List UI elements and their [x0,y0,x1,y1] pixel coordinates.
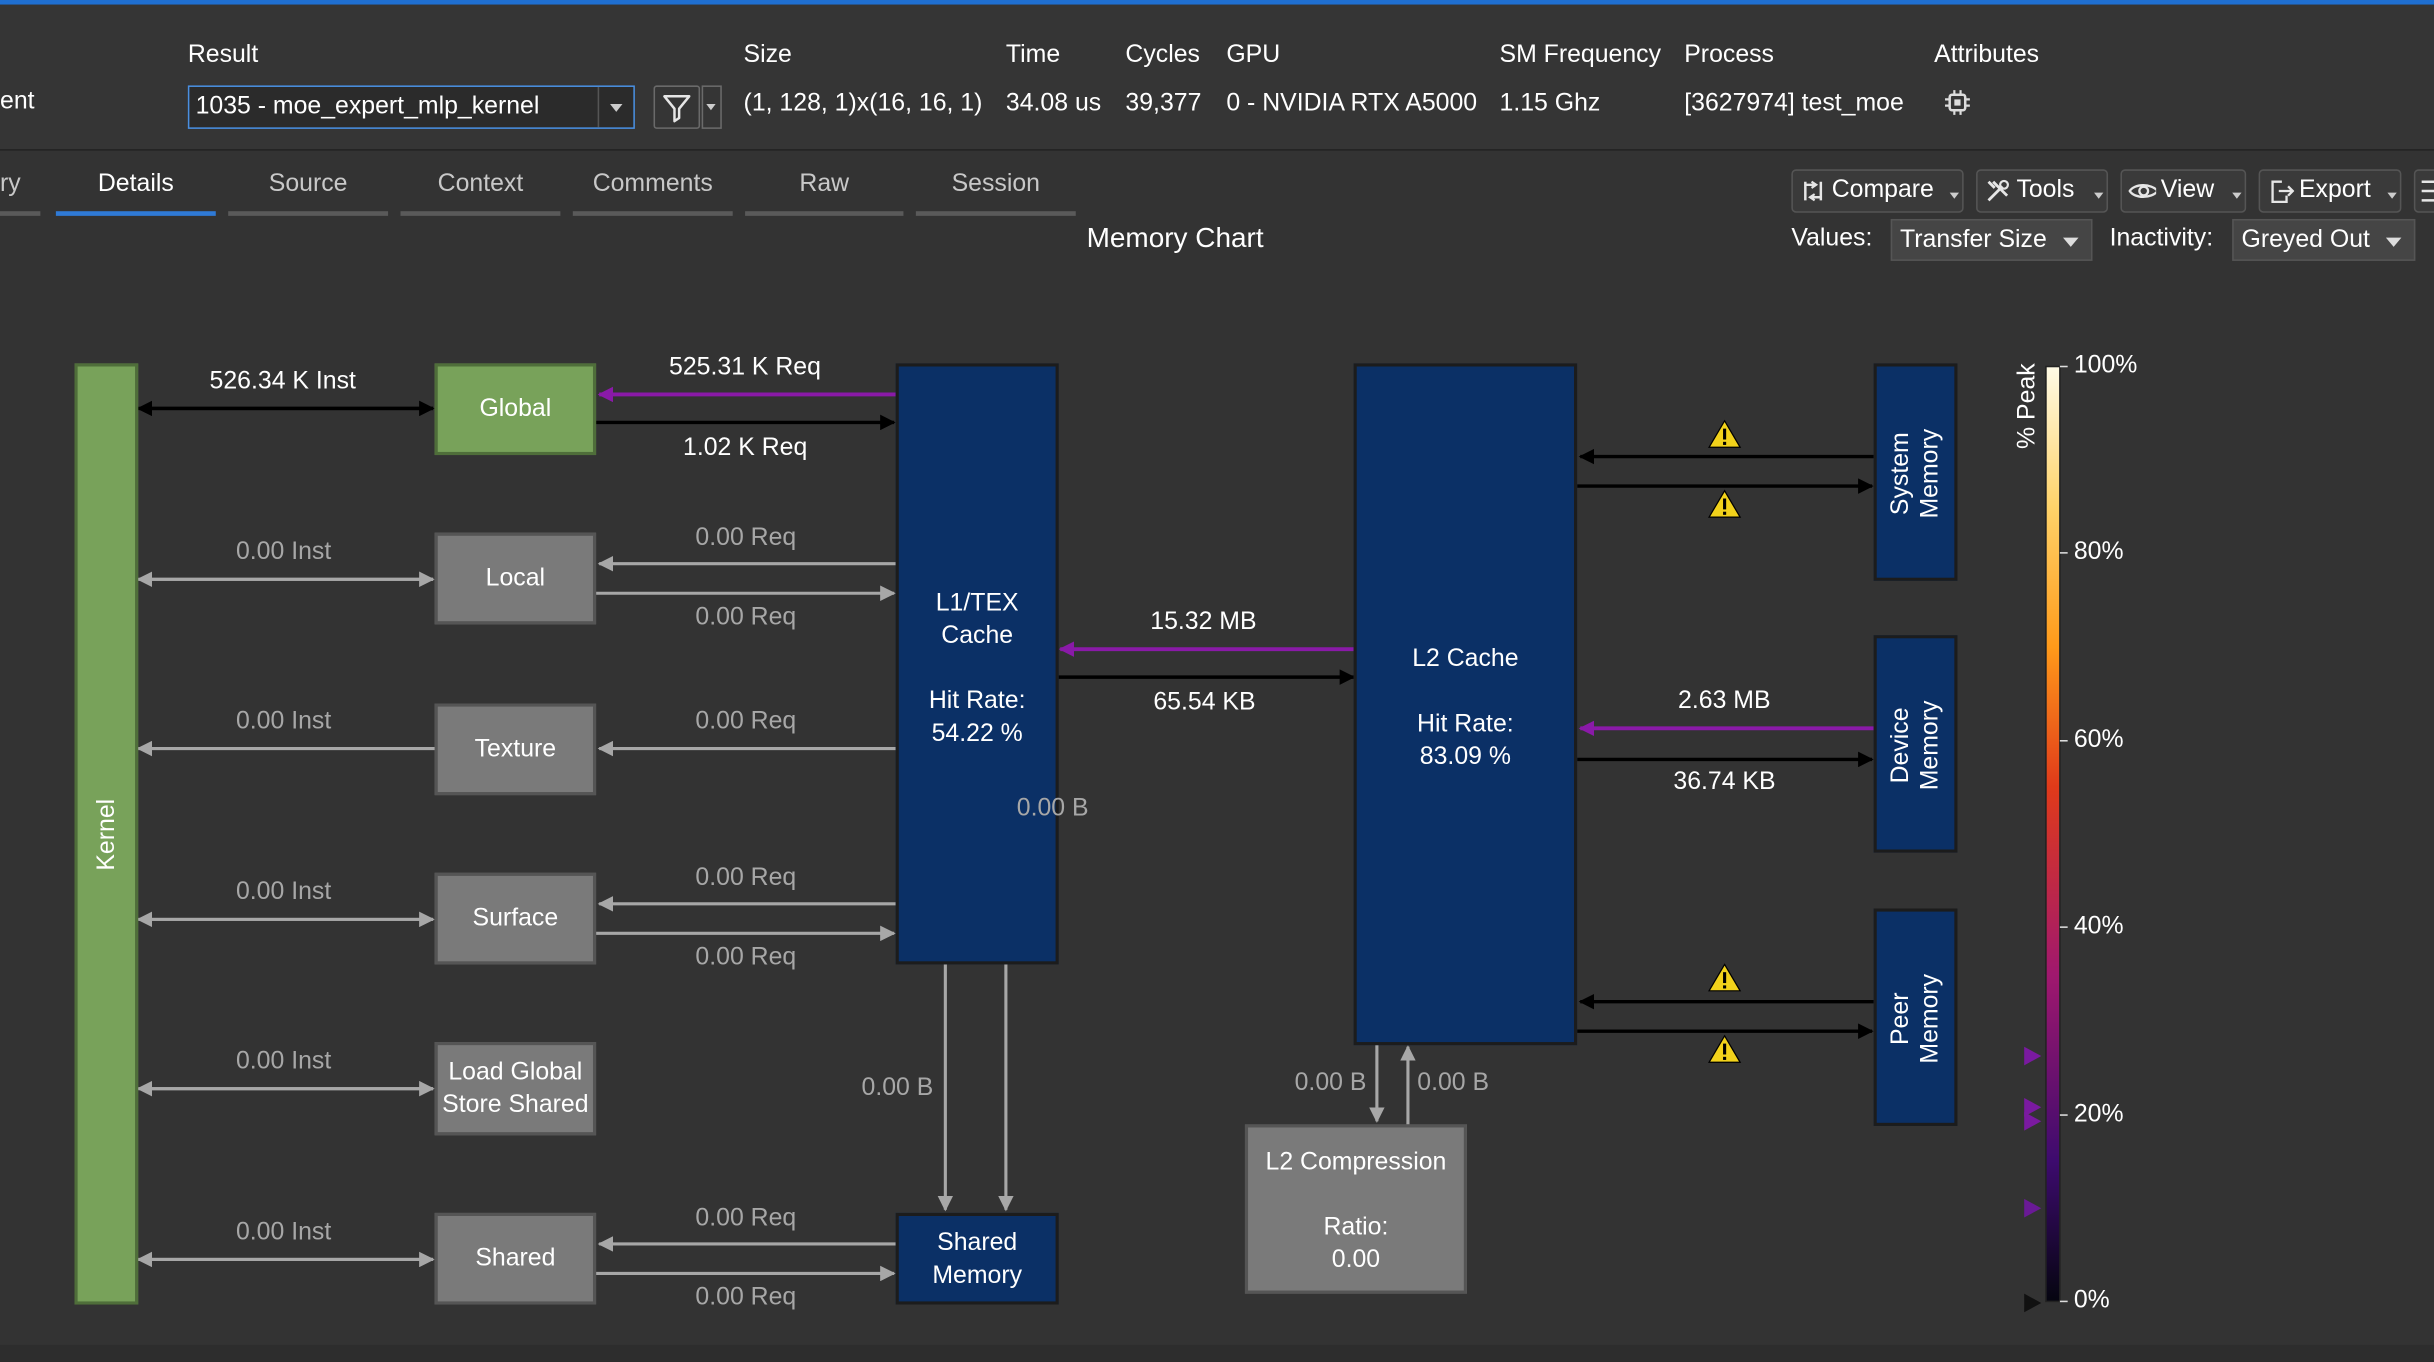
l1-hit-rate-label: Hit Rate: [928,687,1026,715]
texture-label: Texture [474,736,557,763]
local-req-in-label: 0.00 Req [695,524,797,552]
kernel-global-inst-label: 526.34 K Inst [209,368,356,395]
l2-compression-title: L2 Compression [1265,1149,1447,1176]
system-memory-line1: System [1887,432,1914,516]
l1-hit-rate-value: 54.22 % [931,720,1023,747]
l2-hit-rate-label: Hit Rate: [1417,711,1514,738]
shared-memory-line2: Memory [932,1261,1023,1289]
l2-compression-block[interactable]: L2 Compression Ratio: 0.00 [1244,1124,1467,1294]
l1-tex-cache-block[interactable]: L1/TEX Cache Hit Rate: 54.22 % [895,363,1059,965]
peak-tick-40: 40% [2073,913,2124,940]
nsight-compute-window: ent Result 1035 - moe_expert_mlp_kernel … [0,0,2434,1362]
shared-label: Shared [475,1245,556,1272]
l2-cache-block[interactable]: L2 Cache Hit Rate: 83.09 % [1353,363,1578,1046]
global-l1-links [596,386,898,431]
warning-icon[interactable] [1707,963,1742,992]
device-memory-label: Device Memory [1886,652,1945,838]
memory-chart-links [136,365,2068,1313]
texture-node[interactable]: Texture [434,703,597,796]
l1-title-line2: Cache [941,622,1014,650]
surface-req-out-label: 0.00 Req [695,944,797,971]
peak-axis-title: % Peak [2014,363,2041,449]
local-inst-label: 0.00 Inst [235,538,332,566]
l1-title-line1: L1/TEX [935,590,1019,617]
l2-compression-ratio-value: 0.00 [1331,1247,1381,1274]
peak-color-scale [2045,365,2061,1303]
device-in-label: 2.63 MB [1678,687,1771,715]
l1-shared-label: 0.00 B [861,1074,934,1102]
system-memory-line2: Memory [1917,428,1944,519]
surface-node[interactable]: Surface [434,872,597,965]
warning-icon[interactable] [1707,1034,1742,1063]
l2-device-memory-links [1577,708,1885,771]
local-req-out-label: 0.00 Req [695,604,797,631]
l1-l2-in-label: 15.32 MB [1150,608,1257,636]
device-out-label: 36.74 KB [1673,768,1776,796]
device-memory-line1: Device [1887,707,1914,784]
kernel-label: Kernel [93,798,121,871]
bottom-strip [0,1344,2434,1362]
load-global-inst-label: 0.00 Inst [235,1048,332,1075]
peak-tick-100: 100% [2073,352,2138,379]
peak-markers [2024,1046,2042,1313]
system-memory-label: System Memory [1886,380,1945,566]
peer-memory-line2: Memory [1917,973,1944,1064]
local-label: Local [485,565,546,592]
load-global-store-shared-node[interactable]: Load Global Store Shared [434,1042,597,1136]
shared-inst-label: 0.00 Inst [235,1219,332,1246]
store-shared-label: Store Shared [442,1091,589,1119]
kernel-inactive-links [136,571,438,1268]
peer-memory-block[interactable]: Peer Memory [1873,908,1958,1126]
surface-inst-label: 0.00 Inst [235,878,332,906]
surface-label: Surface [472,905,559,932]
shared-memory-block[interactable]: Shared Memory [895,1212,1059,1305]
peak-ticks [2059,365,2068,1303]
l2-compression-out-label: 0.00 B [1294,1070,1367,1097]
peak-tick-60: 60% [2073,726,2124,754]
warning-icon[interactable] [1707,419,1742,448]
l1-shared-dashed-label: 0.00 B [1016,795,1089,822]
load-global-label: Load Global [448,1059,583,1086]
shared-node[interactable]: Shared [434,1212,597,1305]
l1-l2-links [1050,632,1363,898]
global-node[interactable]: Global [434,363,597,456]
shared-req-out-label: 0.00 Req [695,1284,797,1311]
global-req-in-label: 525.31 K Req [669,354,821,381]
device-memory-block[interactable]: Device Memory [1873,635,1958,853]
local-node[interactable]: Local [434,532,597,625]
global-req-out-label: 1.02 K Req [683,434,808,462]
device-memory-line2: Memory [1917,700,1944,791]
l1-l2-out-label: 65.54 KB [1153,689,1256,716]
global-label: Global [479,396,552,423]
peer-memory-label: Peer Memory [1886,926,1945,1112]
l2-compression-in-label: 0.00 B [1417,1070,1490,1097]
l2-hit-rate-value: 83.09 % [1419,743,1511,771]
peak-tick-0: 0% [2073,1287,2110,1314]
peak-tick-20: 20% [2073,1101,2124,1128]
l2-title: L2 Cache [1412,646,1519,673]
shared-memory-line1: Shared [937,1229,1018,1256]
peer-memory-line1: Peer [1887,992,1914,1046]
texture-inst-label: 0.00 Inst [235,708,332,735]
system-memory-block[interactable]: System Memory [1873,363,1958,581]
warning-icon[interactable] [1707,489,1742,518]
texture-req-label: 0.00 Req [695,708,797,735]
surface-req-in-label: 0.00 Req [695,865,797,892]
peak-tick-80: 80% [2073,538,2124,566]
shared-req-in-label: 0.00 Req [695,1205,797,1232]
kernel-block[interactable]: Kernel [74,363,139,1305]
l2-compression-ratio-label: Ratio: [1323,1214,1389,1241]
